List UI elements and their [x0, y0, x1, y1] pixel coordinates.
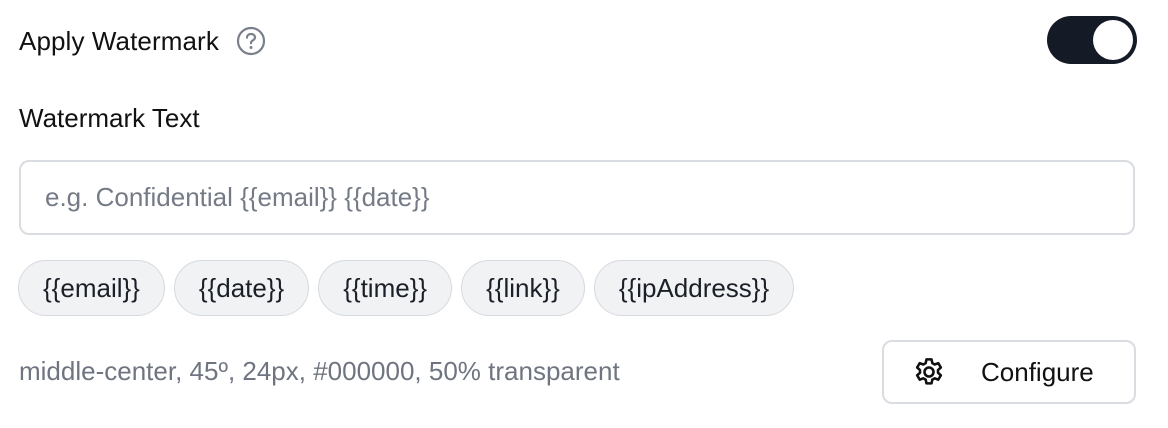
chip-email[interactable]: {{email}} — [18, 260, 165, 316]
watermark-text-label: Watermark Text — [19, 103, 200, 133]
watermark-text-input[interactable] — [19, 160, 1135, 235]
apply-watermark-toggle[interactable] — [1047, 16, 1137, 64]
toggle-knob — [1093, 20, 1133, 60]
chip-date[interactable]: {{date}} — [173, 260, 310, 316]
watermark-settings-summary: middle-center, 45º, 24px, #000000, 50% t… — [19, 356, 620, 386]
chip-time[interactable]: {{time}} — [318, 260, 453, 316]
apply-watermark-label: Apply Watermark — [19, 25, 219, 56]
question-circle-icon[interactable] — [236, 26, 266, 56]
variable-chips: {{email}} {{date}} {{time}} {{link}} {{i… — [18, 260, 795, 316]
configure-button[interactable]: Configure — [882, 340, 1136, 404]
question-circle-icon-graphic — [236, 26, 266, 56]
gear-icon — [911, 354, 947, 390]
chip-link[interactable]: {{link}} — [461, 260, 585, 316]
gear-icon-graphic — [915, 358, 943, 385]
configure-button-label: Configure — [981, 356, 1094, 387]
apply-watermark-row: Apply Watermark — [19, 20, 266, 62]
chip-ip-address[interactable]: {{ipAddress}} — [593, 260, 795, 316]
